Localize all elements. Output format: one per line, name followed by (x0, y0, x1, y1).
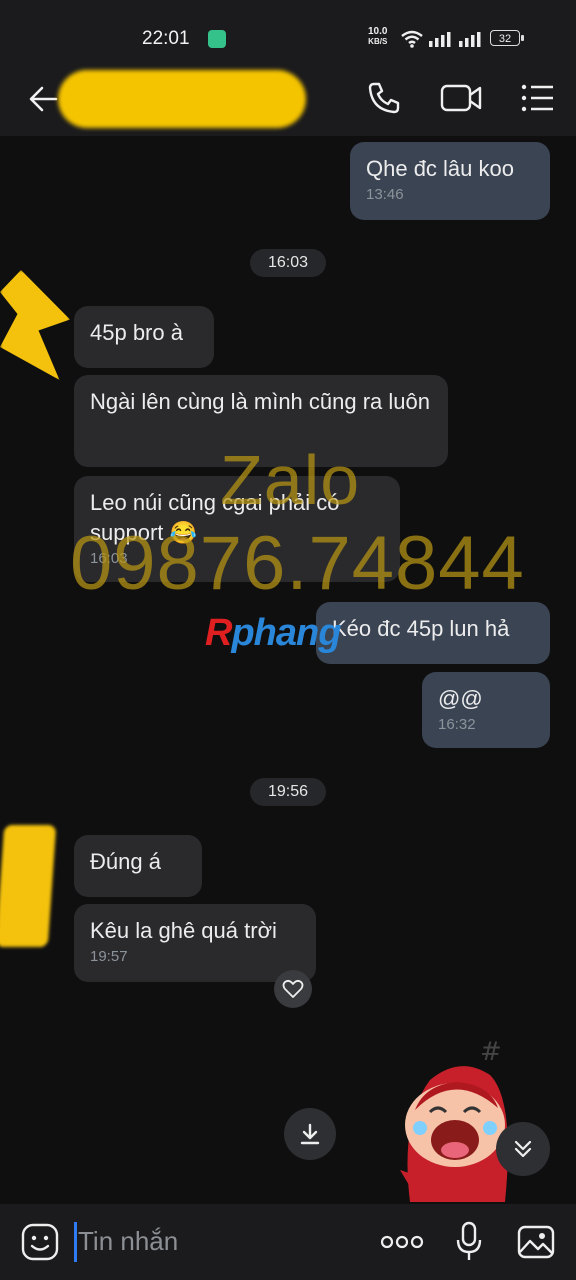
video-call-icon[interactable] (440, 80, 484, 116)
chevron-double-down-icon (514, 1140, 532, 1158)
network-speed: 10.0 KB/S (368, 26, 388, 47)
scroll-to-bottom-button[interactable] (496, 1122, 550, 1176)
watermark-text: Zalo (220, 441, 361, 519)
avatar-redacted (0, 825, 57, 947)
signal-sim1-icon (429, 32, 451, 47)
chat-header (0, 60, 576, 136)
menu-icon[interactable] (520, 80, 556, 116)
microphone-icon[interactable] (454, 1220, 484, 1262)
download-icon (300, 1123, 320, 1145)
battery-indicator: 32 (490, 30, 524, 46)
message-bubble-incoming[interactable]: Đúng á (74, 835, 202, 897)
emoji-sticker-icon[interactable] (20, 1222, 60, 1262)
text-cursor (74, 1222, 77, 1262)
heart-icon (282, 979, 304, 998)
back-arrow-icon[interactable] (26, 82, 60, 116)
date-separator: 16:03 (250, 249, 326, 277)
laughing-sticker: # # (400, 1037, 508, 1202)
watermark-brand: Rphang (205, 612, 341, 654)
signal-sim2-icon (459, 32, 481, 47)
notification-app-icon (208, 30, 226, 48)
svg-text:#: # (480, 1037, 502, 1067)
save-download-button[interactable] (284, 1108, 336, 1160)
message-bubble-incoming[interactable]: Kêu la ghê quá trời 19:57 (74, 904, 316, 982)
wifi-icon (401, 30, 423, 48)
phone-icon[interactable] (366, 80, 402, 116)
image-gallery-icon[interactable] (516, 1222, 556, 1262)
react-heart-button[interactable] (274, 970, 312, 1008)
message-input[interactable]: Tin nhắn (78, 1226, 178, 1257)
more-options-icon[interactable] (380, 1234, 424, 1250)
contact-name-redacted[interactable] (58, 70, 306, 128)
message-input-bar: Tin nhắn (0, 1204, 576, 1280)
avatar-redacted (0, 270, 70, 380)
message-bubble-outgoing[interactable]: Qhe đc lâu koo 13:46 (350, 142, 550, 220)
message-bubble-outgoing[interactable]: Kéo đc 45p lun hả (316, 602, 550, 664)
date-separator: 19:56 (250, 778, 326, 806)
message-bubble-incoming[interactable]: 45p bro à (74, 306, 214, 368)
status-time: 22:01 (142, 28, 190, 49)
watermark-phone: 09876.74844 (70, 521, 525, 606)
message-bubble-outgoing[interactable]: @@ 16:32 (422, 672, 550, 748)
